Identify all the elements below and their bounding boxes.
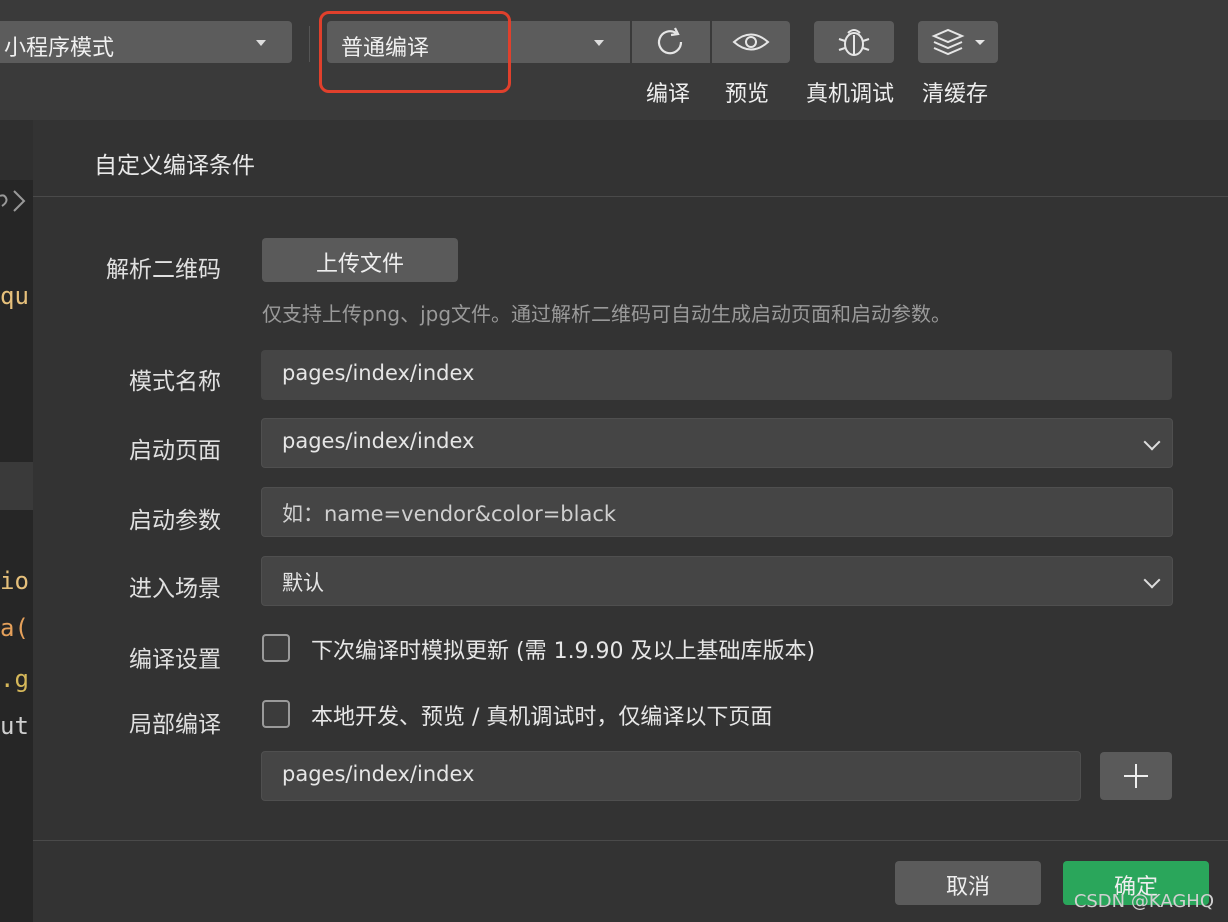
mode-name-input[interactable]: pages/index/index [261, 350, 1172, 400]
upload-file-button[interactable]: 上传文件 [262, 238, 458, 282]
remote-debug-label: 真机调试 [806, 82, 895, 107]
eye-icon [732, 33, 770, 51]
add-page-button[interactable] [1100, 752, 1172, 800]
simulate-update-checkbox[interactable] [262, 634, 290, 662]
mode-name-label: 模式名称 [129, 369, 221, 395]
compile-settings-label: 编译设置 [129, 647, 221, 673]
code-fragment: io [0, 567, 29, 595]
start-page-select[interactable]: pages/index/index [261, 418, 1173, 468]
dialog-title: 自定义编译条件 [94, 153, 255, 179]
chevron-down-icon [256, 40, 266, 46]
toolbar: 小程序模式 普通编译 编译 预览 真机调试 清缓存 [0, 0, 1228, 120]
partial-compile-checkbox[interactable] [262, 700, 290, 728]
scene-select[interactable]: 默认 [261, 556, 1173, 606]
clear-cache-button[interactable] [918, 21, 998, 63]
cancel-button[interactable]: 取消 [895, 861, 1041, 905]
code-fragment: a( [0, 614, 29, 642]
start-page-label: 启动页面 [129, 438, 221, 464]
clear-cache-label: 清缓存 [922, 82, 989, 107]
title-divider [33, 196, 1228, 197]
start-params-placeholder: 如：name=vendor&color=black [282, 502, 617, 526]
compile-label: 编译 [646, 82, 691, 107]
upload-hint: 仅支持上传png、jpg文件。通过解析二维码可自动生成启动页面和启动参数。 [262, 302, 952, 326]
layers-icon [931, 28, 985, 56]
chevron-down-icon [594, 40, 604, 46]
scene-label: 进入场景 [129, 576, 221, 602]
start-page-value: pages/index/index [282, 429, 475, 453]
partial-compile-page-input[interactable]: pages/index/index [261, 751, 1081, 801]
code-editor-strip: qu io a( .g ut [0, 120, 33, 922]
partial-compile-page-value: pages/index/index [282, 762, 475, 786]
chevron-down-icon [1143, 433, 1161, 451]
bug-icon [838, 29, 870, 56]
watermark: CSDN @KAGHQ [1073, 891, 1214, 912]
upload-file-label: 上传文件 [315, 252, 404, 277]
chevron-right-icon [0, 190, 26, 212]
partial-compile-text: 本地开发、预览 / 真机调试时，仅编译以下页面 [311, 705, 773, 730]
remote-debug-button[interactable] [814, 21, 894, 63]
simulate-update-text: 下次编译时模拟更新 (需 1.9.90 及以上基础库版本) [311, 639, 816, 664]
highlight-box [319, 11, 511, 93]
code-fragment: .g [0, 665, 29, 693]
mode-select-value: 小程序模式 [4, 36, 115, 61]
start-params-label: 启动参数 [129, 508, 221, 534]
qr-label: 解析二维码 [106, 257, 221, 283]
code-fragment: qu [0, 282, 29, 310]
mode-name-value: pages/index/index [282, 361, 475, 385]
custom-compile-dialog: 自定义编译条件 解析二维码 上传文件 仅支持上传png、jpg文件。通过解析二维… [33, 120, 1228, 922]
scene-value: 默认 [282, 571, 324, 595]
toolbar-divider [309, 26, 310, 62]
compile-button[interactable] [632, 21, 710, 63]
footer-divider [33, 840, 1228, 841]
start-params-input[interactable]: 如：name=vendor&color=black [261, 487, 1173, 537]
cancel-label: 取消 [945, 875, 990, 900]
editor-tab-bar [0, 120, 33, 180]
mode-select[interactable]: 小程序模式 [0, 21, 292, 63]
editor-current-line [0, 462, 33, 510]
refresh-icon [657, 27, 683, 55]
preview-button[interactable] [712, 21, 790, 63]
preview-label: 预览 [725, 82, 770, 107]
code-fragment: ut [0, 712, 29, 740]
partial-compile-label: 局部编译 [129, 712, 221, 738]
chevron-down-icon [1143, 571, 1161, 589]
